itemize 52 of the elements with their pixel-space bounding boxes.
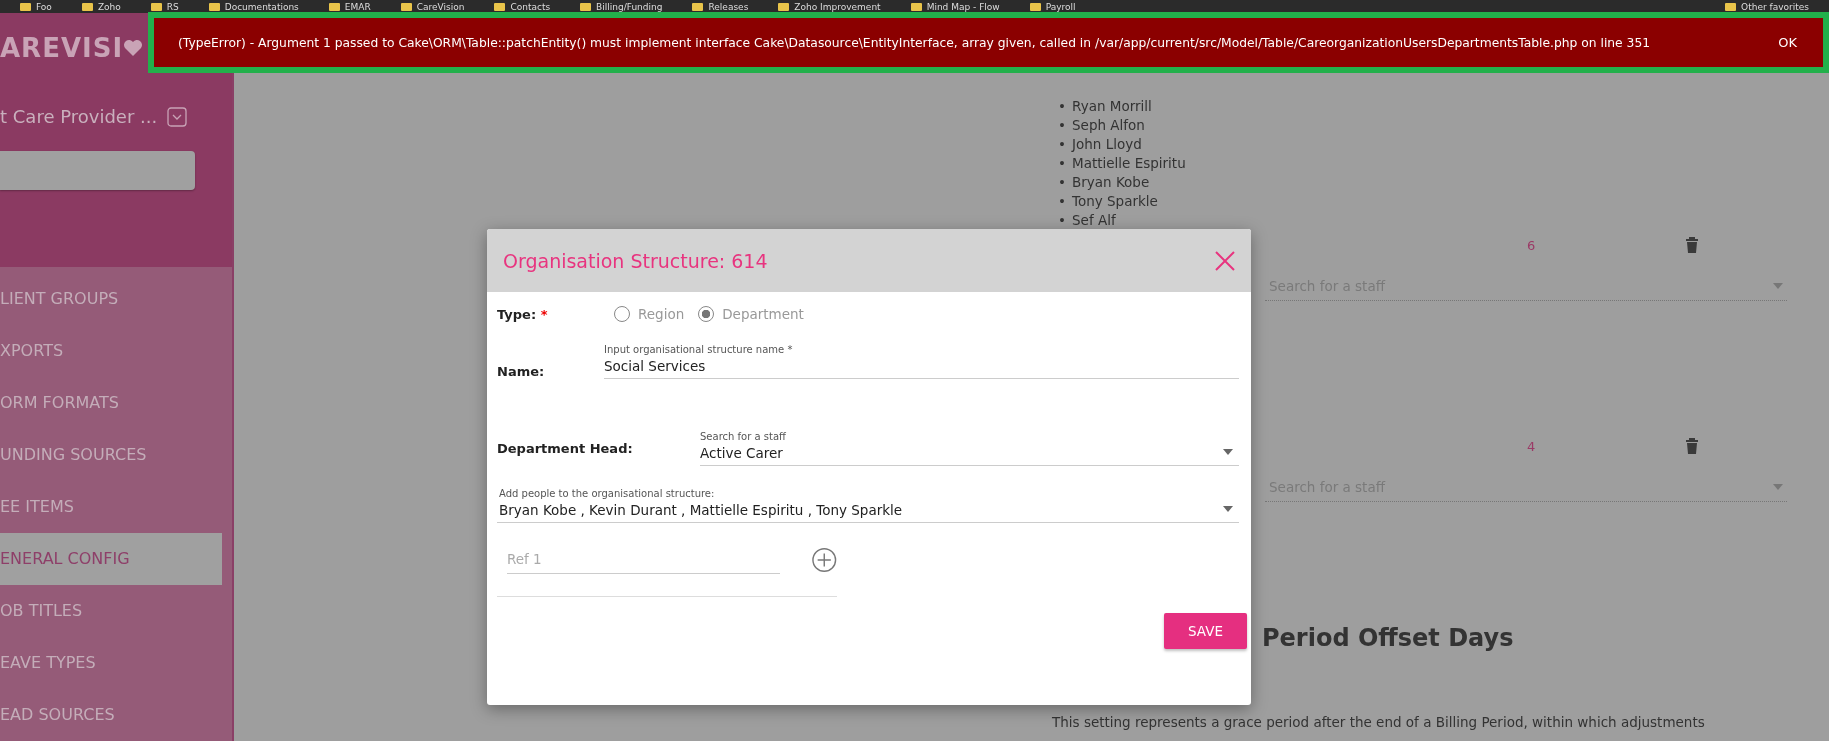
error-message: (TypeError) - Argument 1 passed to Cake\ORM\Table::patchEntity() must implement interface Cake\Datasource\EntityInterface, array given, called in /var/app/current/src/Model/Table/CareorganizationUsersDepartmentsTable.php on line 351 <box>178 35 1652 50</box>
staff-name: John Lloyd <box>1072 135 1142 154</box>
bookmark-folder[interactable]: Documentations <box>208 1 299 12</box>
bookmark-folder[interactable]: CareVision <box>400 1 465 12</box>
caret-icon[interactable] <box>1223 449 1233 455</box>
bullet: • <box>1058 211 1064 230</box>
organisation-name[interactable]: t Care Provider ... <box>0 106 158 127</box>
bullet: • <box>1058 192 1064 211</box>
staff-name: Seph Alfon <box>1072 116 1145 135</box>
dropdown-icon[interactable] <box>167 106 188 127</box>
department-head-label: Department Head: <box>497 441 634 456</box>
name-label: Name: <box>497 364 546 379</box>
logo-text: AREVISI <box>0 33 124 63</box>
close-icon[interactable] <box>1215 250 1235 271</box>
staff-name: Mattielle Espiritu <box>1072 154 1186 173</box>
bookmark-folder[interactable]: Zoho <box>81 1 121 12</box>
staff-select[interactable]: Search for a staff Active Carer <box>700 431 1239 466</box>
bookmark-folder[interactable]: Mind Map - Flow <box>910 1 1000 12</box>
search-field[interactable] <box>0 151 195 190</box>
add-icon[interactable] <box>812 546 837 573</box>
staff-name: Ryan Morrill <box>1072 97 1152 116</box>
bookmark-folder[interactable]: Payroll <box>1029 1 1076 12</box>
name-field[interactable]: Input organisational structure name * Social Services <box>604 344 1239 379</box>
caret-icon[interactable] <box>1223 506 1233 512</box>
bookmark-folder[interactable]: Releases <box>692 1 749 12</box>
bullet: • <box>1058 135 1064 154</box>
people-select[interactable]: Add people to the organisational structure: Bryan Kobe , Kevin Durant , Mattielle Espiritu , Tony Sparkle <box>497 488 1239 523</box>
staff-name: Bryan Kobe <box>1072 173 1150 192</box>
section-text: This setting represents a grace period after the end of a Billing Period, within which adjustments <box>1052 714 1706 731</box>
type-label: Type: * <box>497 306 549 322</box>
bookmark-folder[interactable]: Billing/Funding <box>580 1 663 12</box>
ok-button[interactable]: OK <box>1772 34 1803 51</box>
bookmark-folder[interactable]: Foo <box>20 1 52 12</box>
bullet: • <box>1058 173 1064 192</box>
bookmark-folder[interactable]: EMAR <box>328 1 371 12</box>
staff-count: 4 <box>1527 438 1536 454</box>
bookmark-folder[interactable]: Zoho Improvement <box>778 1 881 12</box>
delete-icon[interactable] <box>1685 236 1700 254</box>
staff-count: 6 <box>1527 237 1536 253</box>
bullet: • <box>1058 116 1064 135</box>
dialog-title: Organisation Structure: 614 <box>503 249 768 272</box>
heart-icon <box>123 39 144 57</box>
staff-name: Tony Sparkle <box>1072 192 1158 211</box>
bookmark-folder[interactable]: Other favorites <box>1725 1 1809 12</box>
bullet: • <box>1058 97 1064 116</box>
bookmark-folder[interactable]: Contacts <box>494 1 551 12</box>
bookmark-folder[interactable]: RS <box>150 1 179 12</box>
save-button[interactable]: SAVE <box>1164 613 1247 649</box>
delete-icon[interactable] <box>1685 437 1700 455</box>
staff-name: Sef Alf <box>1072 211 1116 230</box>
section-heading: Period Offset Days <box>1262 624 1515 652</box>
bullet: • <box>1058 154 1064 173</box>
